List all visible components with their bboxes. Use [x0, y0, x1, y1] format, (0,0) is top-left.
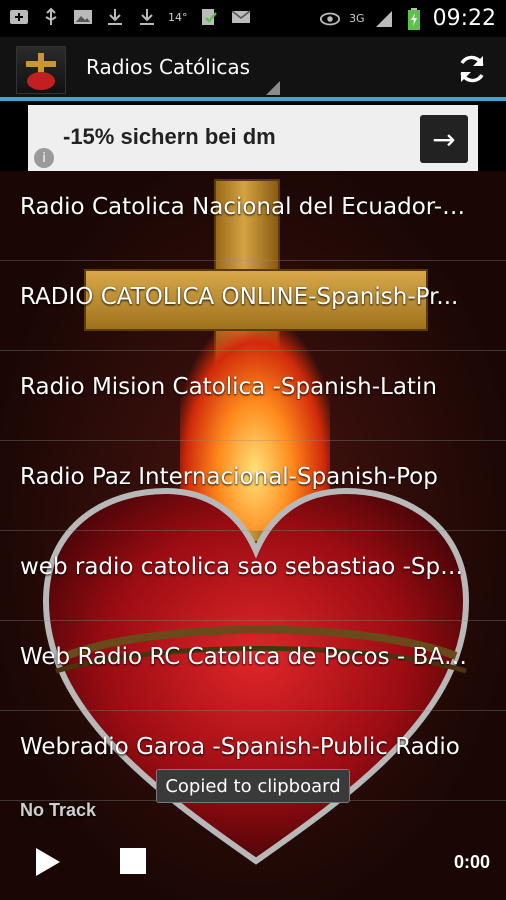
toast-message: Copied to clipboard — [156, 769, 350, 803]
add-icon — [8, 6, 30, 28]
temperature-text: 14° — [168, 10, 188, 24]
battery-icon — [403, 7, 425, 30]
station-name: Web Radio RC Catolica de Pocos - BA ... — [20, 644, 472, 670]
ad-info-icon[interactable]: i — [34, 148, 54, 168]
download-icon — [136, 6, 158, 28]
usb-icon — [40, 6, 62, 28]
station-name: Radio Catolica Nacional del Ecuador-Span… — [20, 194, 472, 220]
station-list-item[interactable]: RADIO CATOLICA ONLINE-Spanish-Pr... — [0, 261, 506, 351]
network-type: 3G — [349, 12, 365, 25]
status-bar-left-icons: 14° — [8, 6, 252, 28]
stop-button[interactable] — [120, 848, 146, 874]
eye-icon — [319, 8, 341, 30]
station-list-item[interactable]: Web Radio RC Catolica de Pocos - BA ... — [0, 621, 506, 711]
station-name: RADIO CATOLICA ONLINE-Spanish-Pr... — [20, 284, 459, 310]
station-list-item[interactable]: Radio Mision Catolica -Spanish-Latin — [0, 351, 506, 441]
station-name: Webradio Garoa -Spanish-Public Radio — [20, 734, 460, 760]
image-icon — [72, 6, 94, 28]
station-list: Radio Catolica Nacional del Ecuador-Span… — [0, 171, 506, 801]
ad-arrow-button[interactable]: → — [420, 115, 468, 163]
station-name: Radio Paz Internacional-Spanish-Pop — [20, 464, 438, 490]
clipboard-check-icon — [198, 6, 220, 28]
signal-icon — [373, 8, 395, 30]
station-list-item[interactable]: Radio Paz Internacional-Spanish-Pop — [0, 441, 506, 531]
dropdown-caret-icon — [266, 81, 280, 95]
status-bar: 14° 3G 09:22 — [0, 0, 506, 37]
status-bar-right: 3G 09:22 — [319, 0, 496, 37]
app-title[interactable]: Radios Católicas — [86, 55, 250, 79]
refresh-button[interactable] — [454, 51, 490, 87]
station-name: Radio Mision Catolica -Spanish-Latin — [20, 374, 437, 400]
elapsed-time: 0:00 — [453, 852, 490, 872]
mail-icon — [230, 6, 252, 28]
play-button[interactable] — [30, 845, 64, 879]
station-name: web radio catolica sao sebastiao -Spanis… — [20, 554, 472, 580]
status-bar-time: 09:22 — [432, 6, 496, 31]
station-list-item[interactable]: Radio Catolica Nacional del Ecuador-Span… — [0, 171, 506, 261]
action-bar: Radios Católicas — [0, 37, 506, 101]
refresh-icon — [460, 55, 484, 83]
play-icon — [36, 848, 60, 876]
station-list-item[interactable]: web radio catolica sao sebastiao -Spanis… — [0, 531, 506, 621]
now-playing-text: No Track — [20, 800, 97, 820]
download-icon — [104, 6, 126, 28]
ad-text: -15% sichern bei dm — [63, 124, 276, 149]
ad-banner[interactable]: -15% sichern bei dm → — [28, 105, 478, 171]
app-icon[interactable] — [16, 46, 66, 94]
screen: 14° 3G 09:22 Radios Católicas -15% siche… — [0, 0, 506, 900]
